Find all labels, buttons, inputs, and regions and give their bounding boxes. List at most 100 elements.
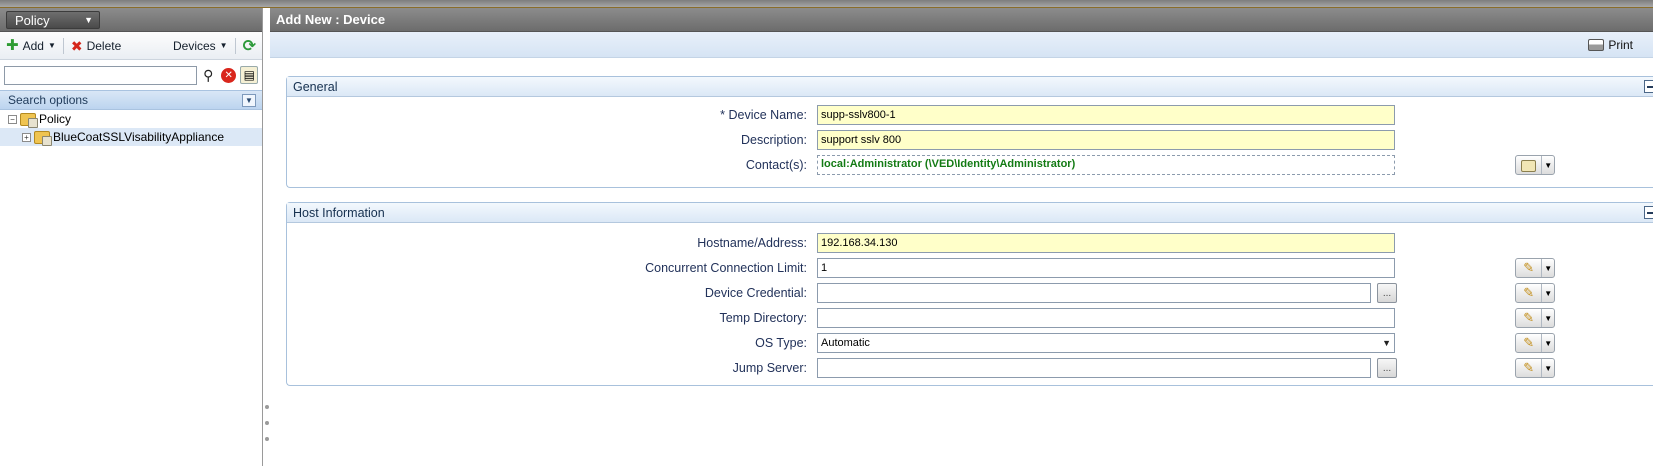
policy-selector[interactable]: Policy ▼ <box>6 11 100 29</box>
add-button-label: Add <box>22 38 44 53</box>
search-options-label: Search options <box>8 93 89 107</box>
description-input[interactable] <box>817 130 1395 150</box>
grip-dot <box>265 421 269 425</box>
os-type-label: OS Type: <box>755 336 807 350</box>
jump-server-row: Jump Server: ... ✎ ▼ <box>287 358 1653 380</box>
host-info-panel-header: Host Information <box>287 203 1653 223</box>
tree-search-bar: ⚲ ✕ ▤ <box>0 60 262 90</box>
pencil-icon[interactable]: ✎ <box>1516 360 1541 376</box>
toolbar-divider <box>234 37 236 54</box>
add-button[interactable]: ✚ Add ▼ <box>6 36 56 54</box>
chevron-down-icon[interactable]: ▼ <box>242 93 256 107</box>
connection-limit-input[interactable] <box>817 258 1395 278</box>
tree-search-input[interactable] <box>4 65 197 85</box>
pencil-icon[interactable]: ✎ <box>1516 285 1541 301</box>
policy-tree: − Policy + BlueCoatSSLVisabilityApplianc… <box>0 110 262 146</box>
expand-icon[interactable]: + <box>22 132 31 142</box>
clear-search-button[interactable]: ✕ <box>220 66 237 84</box>
temp-directory-row: Temp Directory: ✎ ▼ <box>287 308 1653 330</box>
contact-card-button[interactable] <box>1516 158 1541 173</box>
page-title: Add New : Device <box>270 8 1653 32</box>
delete-x-icon: ✖ <box>70 37 83 54</box>
chevron-down-icon[interactable]: ▼ <box>1541 156 1554 174</box>
jump-server-edit-button[interactable]: ✎ ▼ <box>1515 358 1555 378</box>
contacts-picker-button[interactable]: ▼ <box>1515 155 1555 175</box>
host-info-panel-title: Host Information <box>293 205 385 220</box>
collapse-icon[interactable] <box>1644 80 1653 93</box>
delete-button-label: Delete <box>86 38 122 53</box>
pencil-icon[interactable]: ✎ <box>1516 310 1541 326</box>
right-pane: Add New : Device Print General * Device … <box>270 8 1653 466</box>
left-pane-header: Policy ▼ <box>0 8 262 32</box>
chevron-down-icon[interactable]: ▼ <box>1541 359 1554 377</box>
device-name-label: * Device Name: <box>720 108 807 122</box>
tree-node-bluecoat[interactable]: + BlueCoatSSLVisabilityAppliance <box>0 128 262 146</box>
jump-server-input[interactable] <box>817 358 1371 378</box>
device-credential-label: Device Credential: <box>704 286 807 300</box>
refresh-icon[interactable]: ⟳ <box>243 36 256 56</box>
pencil-icon[interactable]: ✎ <box>1516 260 1541 276</box>
contacts-row: Contact(s): local:Administrator (\VED\Id… <box>287 155 1653 177</box>
plus-icon: ✚ <box>6 36 19 54</box>
device-credential-input[interactable] <box>817 283 1371 303</box>
top-strip <box>0 0 1653 8</box>
credential-browse-button[interactable]: ... <box>1377 283 1397 303</box>
devices-menu-label: Devices <box>172 38 216 53</box>
collapse-icon[interactable]: − <box>8 114 17 124</box>
os-type-value: Automatic <box>821 337 870 349</box>
certificate-icon[interactable]: ▤ <box>240 66 258 84</box>
device-name-row: * Device Name: <box>287 105 1653 127</box>
contact-card-icon <box>1521 160 1537 173</box>
temp-directory-edit-button[interactable]: ✎ ▼ <box>1515 308 1555 328</box>
pencil-icon[interactable]: ✎ <box>1516 335 1541 351</box>
devices-menu-button[interactable]: Devices ▼ <box>173 39 228 53</box>
description-row: Description: <box>287 130 1653 152</box>
device-name-input[interactable] <box>817 105 1395 125</box>
connection-limit-edit-button[interactable]: ✎ ▼ <box>1515 258 1555 278</box>
description-label: Description: <box>741 133 807 147</box>
device-credential-edit-button[interactable]: ✎ ▼ <box>1515 283 1555 303</box>
tree-node-policy[interactable]: − Policy <box>0 110 262 128</box>
contacts-label: Contact(s): <box>745 158 807 172</box>
grip-dot <box>265 437 269 441</box>
tree-node-label: BlueCoatSSLVisabilityAppliance <box>53 130 224 144</box>
chevron-down-icon: ▼ <box>47 41 56 50</box>
folder-icon <box>34 130 52 146</box>
folder-icon <box>20 112 38 128</box>
os-type-select[interactable]: Automatic ▼ <box>817 333 1395 353</box>
collapse-icon[interactable] <box>1644 206 1653 219</box>
hostname-input[interactable] <box>817 233 1395 253</box>
search-button[interactable]: ⚲ <box>200 66 217 84</box>
delete-button[interactable]: ✖ Delete <box>71 39 121 53</box>
print-button[interactable]: Print <box>1588 38 1633 52</box>
temp-directory-label: Temp Directory: <box>719 311 807 325</box>
policy-selector-label: Policy <box>15 12 50 28</box>
clear-icon: ✕ <box>221 67 237 83</box>
general-panel-header: General <box>287 77 1653 97</box>
jump-server-browse-button[interactable]: ... <box>1377 358 1397 378</box>
chevron-down-icon[interactable]: ▼ <box>1541 284 1554 302</box>
temp-directory-input[interactable] <box>817 308 1395 328</box>
chevron-down-icon[interactable]: ▼ <box>1541 259 1554 277</box>
tree-node-label: Policy <box>39 112 72 126</box>
general-panel-title: General <box>293 79 338 94</box>
chevron-down-icon: ▼ <box>84 15 93 25</box>
device-credential-row: Device Credential: ... ✎ ▼ <box>287 283 1653 305</box>
left-pane: Policy ▼ ✚ Add ▼ ✖ Delete Devices ▼ ⟳ ⚲ … <box>0 8 263 466</box>
hostname-row: Hostname/Address: <box>287 233 1653 255</box>
chevron-down-icon[interactable]: ▼ <box>1541 309 1554 327</box>
jump-server-label: Jump Server: <box>732 361 807 375</box>
left-toolbar: ✚ Add ▼ ✖ Delete Devices ▼ ⟳ <box>0 32 262 60</box>
hostname-label: Hostname/Address: <box>697 236 807 250</box>
os-type-edit-button[interactable]: ✎ ▼ <box>1515 333 1555 353</box>
connection-limit-row: Concurrent Connection Limit: ✎ ▼ <box>287 258 1653 280</box>
grip-dot <box>265 405 269 409</box>
magnifier-icon: ⚲ <box>203 66 214 83</box>
search-options-bar[interactable]: Search options ▼ <box>0 90 262 110</box>
os-type-row: OS Type: Automatic ▼ ✎ ▼ <box>287 333 1653 355</box>
host-info-panel: Host Information Hostname/Address: Concu… <box>286 202 1653 386</box>
chevron-down-icon[interactable]: ▼ <box>1541 334 1554 352</box>
toolbar-divider <box>62 37 64 54</box>
right-toolbar: Print <box>270 32 1653 58</box>
contacts-field[interactable]: local:Administrator (\VED\Identity\Admin… <box>817 155 1395 175</box>
